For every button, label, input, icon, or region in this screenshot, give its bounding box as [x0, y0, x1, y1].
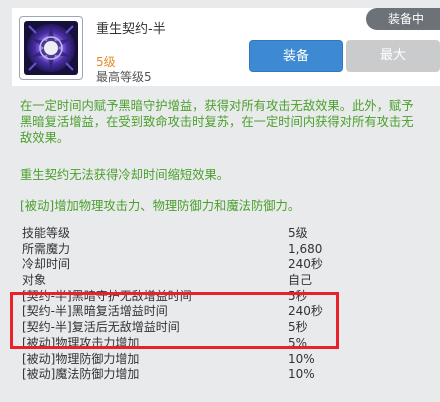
stat-row: 技能等级 5级 [0, 226, 440, 242]
description-line: 在一定时间内赋予黑暗守护增益，获得对所有攻击无敌效果。此外，赋予 [20, 99, 414, 113]
stat-value: 1,680 [288, 241, 323, 256]
stat-row: [被动]魔法防御力增加 10% [0, 367, 440, 383]
stat-value: 240秒 [288, 257, 323, 272]
equipped-badge: 装备中 [366, 8, 440, 30]
max-button[interactable]: 最大 [346, 40, 440, 72]
highlight-box [10, 292, 339, 349]
description-line: 敌效果。 [20, 131, 70, 145]
stat-label: [被动]物理防御力增加 [22, 351, 140, 366]
skill-max-level: 最高等级5 [96, 70, 152, 84]
stat-label: 所需魔力 [22, 241, 71, 256]
skill-name: 重生契约-半 [96, 22, 166, 37]
skill-icon [19, 16, 83, 80]
stat-row: [被动]物理防御力增加 10% [0, 352, 440, 368]
stat-row: 对象 自己 [0, 273, 440, 289]
stat-label: 对象 [22, 273, 47, 288]
skill-description: 在一定时间内赋予黑暗守护增益，获得对所有攻击无敌效果。此外，赋予 黑暗复活增益，… [20, 98, 440, 146]
stat-label: [被动]魔法防御力增加 [22, 367, 140, 382]
stat-label: 冷却时间 [22, 257, 71, 272]
description-line: 黑暗复活增益，在受到致命攻击时复苏，在一定时间内获得对所有攻击无 [20, 115, 414, 129]
dark-contract-icon [24, 21, 78, 75]
equip-button[interactable]: 装备 [249, 40, 343, 72]
stat-label: 技能等级 [22, 226, 71, 240]
stat-value: 自己 [288, 273, 313, 288]
stat-value: 10% [288, 367, 315, 382]
stat-value: 5级 [288, 226, 308, 240]
cooldown-note: 重生契约无法获得冷却时间缩短效果。 [20, 168, 230, 182]
stat-row: 冷却时间 240秒 [0, 257, 440, 273]
stat-value: 10% [288, 351, 315, 366]
passive-description: [被动]增加物理攻击力、物理防御力和魔法防御力。 [20, 199, 301, 213]
stat-row: 所需魔力 1,680 [0, 242, 440, 258]
